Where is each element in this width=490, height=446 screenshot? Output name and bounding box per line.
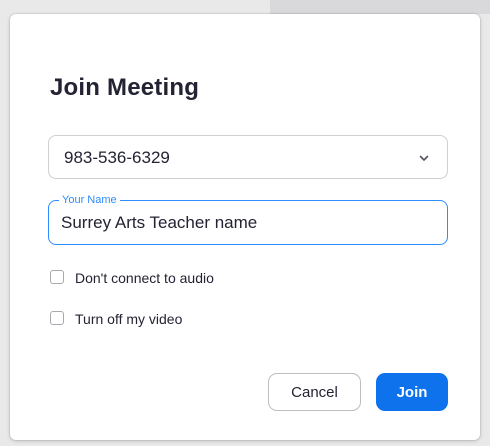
turn-off-video-checkbox[interactable]: [50, 311, 64, 325]
dont-connect-audio-label[interactable]: Don't connect to audio: [75, 270, 214, 286]
meeting-id-value: 983-536-6329: [64, 148, 170, 167]
your-name-label: Your Name: [59, 193, 120, 207]
chevron-down-icon[interactable]: [418, 152, 430, 164]
background-window-edge: [270, 0, 490, 14]
dont-connect-audio-checkbox[interactable]: [50, 270, 64, 284]
turn-off-video-label[interactable]: Turn off my video: [75, 311, 182, 327]
dialog-title: Join Meeting: [50, 74, 200, 101]
meeting-id-select[interactable]: 983-536-6329: [48, 135, 448, 179]
join-meeting-dialog: Join Meeting 983-536-6329 Your Name Surr…: [10, 14, 480, 440]
cancel-button[interactable]: Cancel: [268, 373, 361, 411]
join-button[interactable]: Join: [376, 373, 448, 411]
your-name-field[interactable]: Your Name Surrey Arts Teacher name: [48, 193, 448, 245]
your-name-input[interactable]: Surrey Arts Teacher name: [61, 213, 257, 233]
